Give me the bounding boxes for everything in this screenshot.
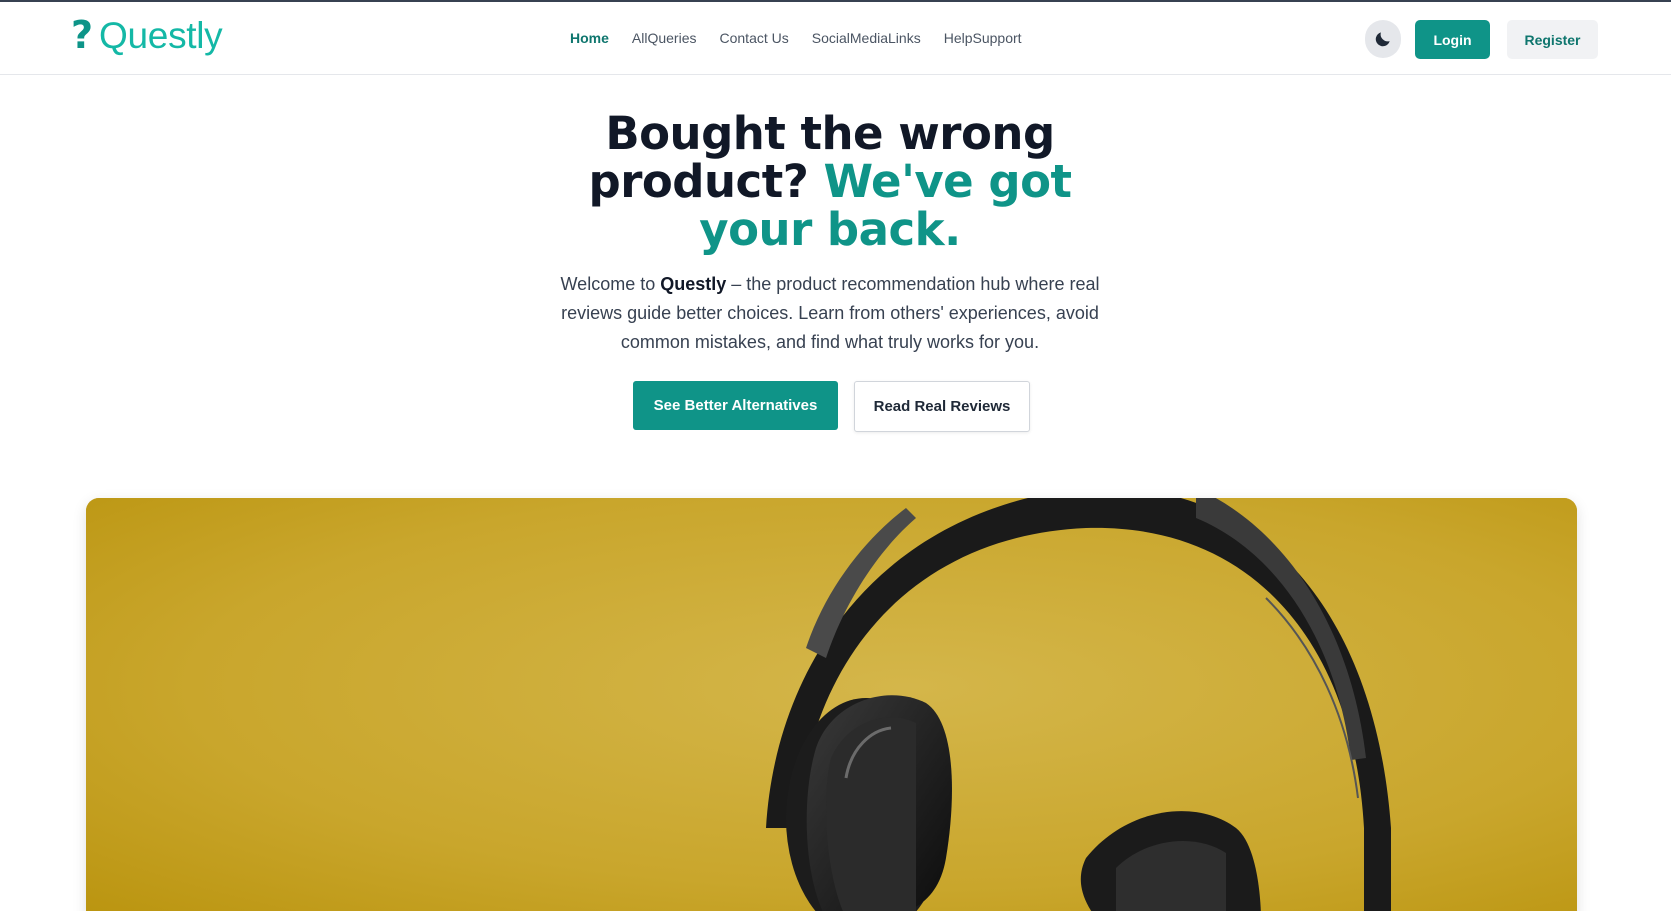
hero-subtitle-brand: Questly <box>660 274 727 294</box>
login-button[interactable]: Login <box>1415 20 1490 59</box>
register-button[interactable]: Register <box>1507 20 1598 59</box>
hero-subtitle: Welcome to Questly – the product recomme… <box>540 270 1120 357</box>
see-better-alternatives-button[interactable]: See Better Alternatives <box>633 381 838 430</box>
question-mark-icon: ? <box>71 13 94 57</box>
nav-home[interactable]: Home <box>570 30 609 46</box>
theme-toggle-button[interactable] <box>1365 20 1401 58</box>
hero-subtitle-prefix: Welcome to <box>560 274 661 294</box>
brand-logo[interactable]: ? Questly <box>71 13 223 57</box>
hero-title: Bought the wrong product? We've got your… <box>560 110 1100 254</box>
nav-all-queries[interactable]: AllQueries <box>632 30 697 46</box>
main-nav: Home AllQueries Contact Us SocialMediaLi… <box>570 30 1022 46</box>
brand-name: Questly <box>99 14 223 56</box>
nav-contact-us[interactable]: Contact Us <box>720 30 789 46</box>
navbar: ? Questly Home AllQueries Contact Us Soc… <box>0 2 1671 75</box>
nav-social-media-links[interactable]: SocialMediaLinks <box>812 30 921 46</box>
hero-image-headphones <box>86 498 1577 911</box>
read-real-reviews-button[interactable]: Read Real Reviews <box>854 381 1030 432</box>
nav-help-support[interactable]: HelpSupport <box>944 30 1022 46</box>
moon-icon <box>1375 32 1390 47</box>
